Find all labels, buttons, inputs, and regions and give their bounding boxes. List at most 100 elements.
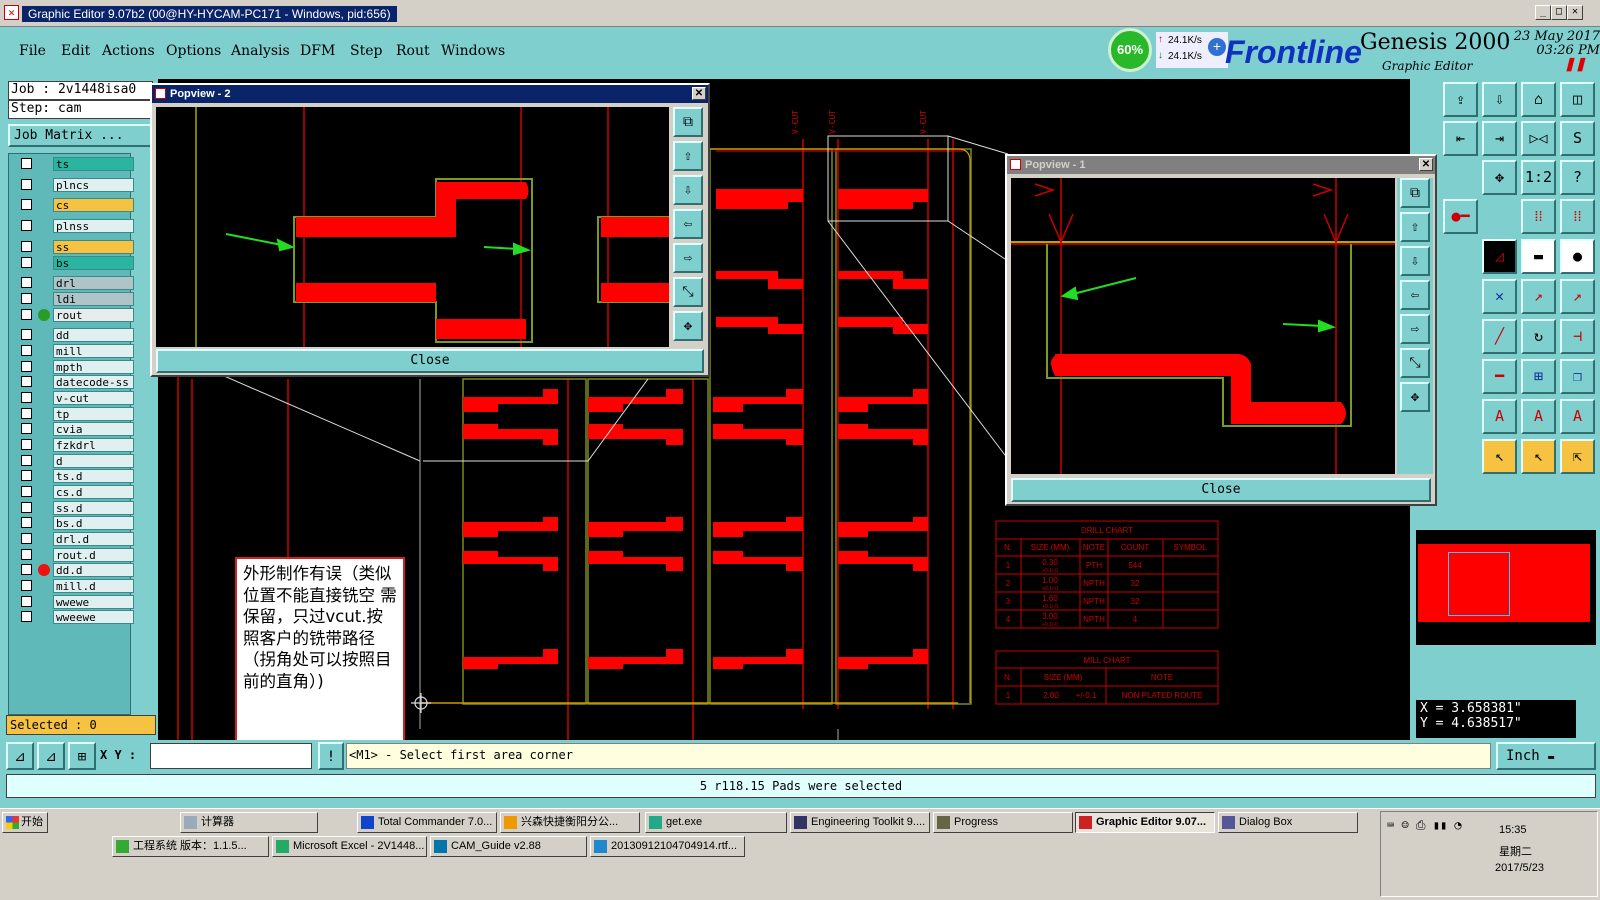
layer-row[interactable]: tp — [21, 407, 136, 421]
input-toggle-icon[interactable]: ! — [318, 742, 344, 770]
layer-checkbox[interactable] — [21, 596, 32, 607]
pointer-multi-icon[interactable]: ⇱ — [1560, 439, 1595, 474]
layer-down-icon[interactable]: ⇩ — [1482, 82, 1517, 117]
layer-row[interactable]: rout.d — [21, 548, 136, 562]
layer-checkbox[interactable] — [21, 439, 32, 450]
layer-checkbox[interactable] — [21, 533, 32, 544]
grid-pads-icon[interactable]: ⁞⁞ — [1521, 199, 1556, 234]
layer-row[interactable]: datecode-ss — [21, 375, 136, 389]
intersect-icon[interactable]: ✕ — [1482, 279, 1517, 314]
fillet-icon[interactable]: ⊣ — [1560, 319, 1595, 354]
layer-row[interactable]: ss — [21, 240, 136, 254]
layer-checkbox[interactable] — [21, 277, 32, 288]
layer-row[interactable]: mpth — [21, 360, 136, 374]
layer-checkbox[interactable] — [21, 486, 32, 497]
menu-rout[interactable]: Rout — [396, 43, 430, 59]
taskbar-item[interactable]: 兴森快捷衡阳分公... — [500, 812, 640, 833]
snap-alt-icon[interactable]: ⊿ — [37, 742, 65, 770]
taskbar-item[interactable]: Progress — [933, 812, 1073, 833]
dash-icon[interactable]: ━ — [1482, 359, 1517, 394]
menu-step[interactable]: Step — [350, 43, 382, 59]
layer-row[interactable]: cs.d — [21, 485, 136, 499]
menu-edit[interactable]: Edit — [61, 43, 90, 59]
pointer-alt-icon[interactable]: ↖ — [1521, 439, 1556, 474]
layer-row[interactable]: drl — [21, 276, 136, 290]
zoom-out-icon[interactable]: ⤡ — [1400, 348, 1430, 378]
taskbar-item[interactable]: Dialog Box — [1218, 812, 1358, 833]
layer-checkbox[interactable] — [21, 549, 32, 560]
layer-row[interactable]: plnss — [21, 219, 136, 233]
taskbar-item[interactable]: Graphic Editor 9.07... — [1075, 812, 1215, 833]
units-select[interactable]: Inch ▬ — [1496, 742, 1596, 770]
pan-up-icon[interactable]: ⇧ — [673, 141, 703, 171]
pan-right-icon[interactable]: ⇨ — [1400, 314, 1430, 344]
mirror-icon[interactable]: ▷◁ — [1521, 121, 1556, 156]
pan-up-icon[interactable]: ⇧ — [1400, 212, 1430, 242]
layer-checkbox[interactable] — [21, 345, 32, 356]
pad-icon[interactable]: ●━ — [1443, 199, 1478, 234]
taskbar-item[interactable]: get.exe — [645, 812, 787, 833]
move-right-icon[interactable]: ⇥ — [1482, 121, 1517, 156]
layer-row[interactable]: cvia — [21, 422, 136, 436]
popview-2-titlebar[interactable]: Popview - 2 ✕ — [152, 85, 708, 103]
layer-checkbox[interactable] — [21, 502, 32, 513]
layer-row[interactable]: rout — [21, 308, 136, 322]
layer-row[interactable]: ldi — [21, 292, 136, 306]
layer-row[interactable]: ts.d — [21, 469, 136, 483]
taskbar-item[interactable]: 计算器 — [180, 812, 318, 833]
text-a-icon[interactable]: A — [1482, 399, 1517, 434]
layer-row[interactable]: dd.d — [21, 563, 136, 577]
menu-options[interactable]: Options — [166, 43, 221, 59]
connect-icon[interactable]: ↗ — [1521, 279, 1556, 314]
popview-2-canvas[interactable] — [156, 107, 669, 347]
layer-row[interactable]: cs — [21, 198, 136, 212]
window-icon[interactable]: ◫ — [1560, 82, 1595, 117]
taskbar-item[interactable]: 工程系统 版本：1.1.5... — [112, 836, 269, 857]
pan-left-icon[interactable]: ⇦ — [1400, 280, 1430, 310]
add-plus-icon[interactable]: + — [1208, 38, 1226, 56]
menu-dfm[interactable]: DFM — [300, 43, 335, 59]
zoom-in-icon[interactable]: ✥ — [1400, 382, 1430, 412]
job-matrix-button[interactable]: Job Matrix ... — [8, 124, 153, 147]
menu-file[interactable]: File — [19, 43, 46, 59]
layer-row[interactable]: bs — [21, 256, 136, 270]
connect-alt-icon[interactable]: ↗ — [1560, 279, 1595, 314]
copy-icon[interactable]: ❐ — [1560, 359, 1595, 394]
popview-1-canvas[interactable] — [1011, 178, 1395, 474]
zoom-fit-icon[interactable]: ⧉ — [1400, 178, 1430, 208]
popview-1-close-button[interactable]: Close — [1011, 478, 1431, 502]
layer-up-icon[interactable]: ⇪ — [1443, 82, 1478, 117]
maximize-button[interactable]: □ — [1551, 5, 1567, 20]
overview-viewport[interactable] — [1448, 552, 1510, 616]
layer-row[interactable]: mill.d — [21, 579, 136, 593]
text-a2-icon[interactable]: A — [1521, 399, 1556, 434]
layer-checkbox[interactable] — [21, 179, 32, 190]
layer-checkbox[interactable] — [21, 158, 32, 169]
layer-checkbox[interactable] — [21, 564, 32, 575]
start-button[interactable]: 开始 — [2, 812, 48, 833]
layer-checkbox[interactable] — [21, 361, 32, 372]
taskbar-item[interactable]: CAM_Guide v2.88 — [430, 836, 587, 857]
snap-icon[interactable]: ⊿ — [6, 742, 34, 770]
layer-row[interactable]: ss.d — [21, 501, 136, 515]
layer-checkbox[interactable] — [21, 329, 32, 340]
move-all-icon[interactable]: ✥ — [1482, 160, 1517, 195]
layer-row[interactable]: mill — [21, 344, 136, 358]
text-a3-icon[interactable]: A — [1560, 399, 1595, 434]
draw-line-icon[interactable]: ◿ — [1482, 239, 1517, 274]
pan-down-icon[interactable]: ⇩ — [673, 175, 703, 205]
ruler-icon[interactable]: ▬ — [1521, 239, 1556, 274]
s-curve-icon[interactable]: S — [1560, 121, 1595, 156]
scale-icon[interactable]: 1:2 — [1521, 160, 1556, 195]
move-left-icon[interactable]: ⇤ — [1443, 121, 1478, 156]
layer-checkbox[interactable] — [21, 517, 32, 528]
pan-left-icon[interactable]: ⇦ — [673, 209, 703, 239]
layer-checkbox[interactable] — [21, 309, 32, 320]
layer-row[interactable]: wwewe — [21, 595, 136, 609]
layer-row[interactable]: v-cut — [21, 391, 136, 405]
slash-icon[interactable]: ╱ — [1482, 319, 1517, 354]
layer-row[interactable]: wweewe — [21, 610, 136, 624]
menu-windows[interactable]: Windows — [441, 43, 505, 59]
menu-actions[interactable]: Actions — [102, 43, 155, 59]
popview-1-close-icon[interactable]: ✕ — [1419, 158, 1433, 171]
